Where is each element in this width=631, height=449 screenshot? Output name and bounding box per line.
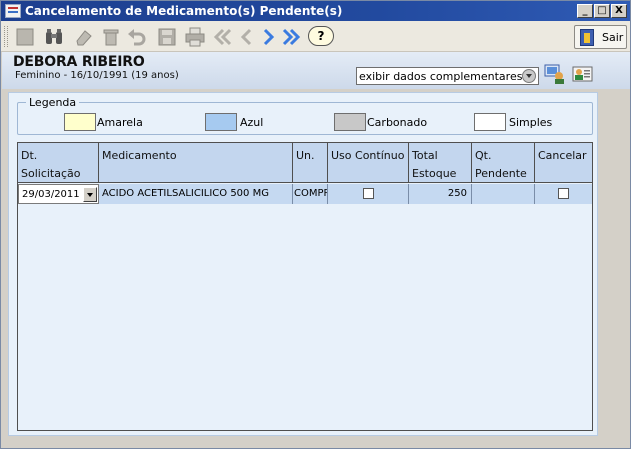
window-title: Cancelamento de Medicamento(s) Pendente(… [25, 4, 343, 18]
save-icon[interactable] [156, 26, 178, 48]
app-icon [5, 4, 21, 18]
complementary-data-select[interactable]: exibir dados complementares... [356, 67, 539, 85]
next-icon[interactable] [257, 26, 279, 48]
legend-label-simples: Simples [509, 116, 553, 129]
main-panel: Legenda Amarela Azul Carbonado Simples D… [8, 92, 598, 436]
col-header-stock[interactable]: Total Estoque [409, 143, 472, 183]
legend-swatch-simples [474, 113, 506, 131]
exit-door-icon [580, 29, 594, 46]
previous-icon[interactable] [236, 26, 258, 48]
continuous-cell [328, 184, 409, 204]
main-window: Cancelamento de Medicamento(s) Pendente(… [0, 0, 631, 449]
date-dropdown-arrow-icon[interactable] [83, 187, 97, 202]
complementary-data-value: exibir dados complementares... [359, 70, 533, 83]
legend-box: Legenda Amarela Azul Carbonado Simples [17, 96, 593, 135]
legend-label-carbonado: Carbonado [367, 116, 428, 129]
legend-label-amarela: Amarela [97, 116, 143, 129]
minimize-button[interactable]: _ [577, 4, 593, 18]
legend-swatch-azul [205, 113, 237, 131]
pending-cell[interactable] [472, 184, 535, 204]
binoculars-icon[interactable] [43, 26, 65, 48]
maximize-button[interactable]: □ [594, 4, 610, 18]
last-icon[interactable] [280, 26, 302, 48]
medication-cell: ACIDO ACETILSALICILICO 500 MG [99, 184, 293, 204]
continuous-use-checkbox[interactable] [363, 188, 374, 199]
chevron-down-icon[interactable] [522, 69, 536, 83]
col-header-pending[interactable]: Qt. Pendente [472, 143, 535, 183]
date-picker[interactable]: 29/03/2011 [18, 184, 99, 204]
toolbar: ? Sair [1, 21, 630, 52]
first-icon[interactable] [212, 26, 234, 48]
col-header-continuous[interactable]: Uso Contínuo [328, 143, 409, 183]
computer-user-icon[interactable] [543, 62, 565, 84]
title-bar: Cancelamento de Medicamento(s) Pendente(… [1, 1, 630, 21]
exit-button[interactable]: Sair [574, 25, 627, 49]
col-header-cancel[interactable]: Cancelar [535, 143, 592, 183]
col-header-date[interactable]: Dt. Solicitação [18, 143, 99, 183]
close-button[interactable]: X [611, 4, 627, 18]
legend-swatch-amarela [64, 113, 96, 131]
cancel-cell [535, 184, 592, 204]
col-header-unit[interactable]: Un. [293, 143, 328, 183]
toolbar-grip-icon [4, 26, 8, 47]
stock-cell: 250 [409, 184, 472, 204]
unit-cell: COMPRIMIDO [293, 184, 328, 204]
cancel-checkbox[interactable] [558, 188, 569, 199]
patient-header: DEBORA RIBEIRO Feminino - 16/10/1991 (19… [2, 52, 630, 89]
new-icon[interactable] [14, 26, 36, 48]
undo-icon[interactable] [126, 26, 148, 48]
print-icon[interactable] [184, 26, 206, 48]
help-button[interactable]: ? [308, 26, 334, 46]
exit-label: Sair [602, 31, 624, 44]
patient-name: DEBORA RIBEIRO [13, 54, 145, 70]
patient-info: Feminino - 16/10/1991 (19 anos) [15, 70, 179, 81]
legend-label-azul: Azul [240, 116, 264, 129]
patient-card-icon[interactable] [571, 62, 593, 84]
col-header-medication[interactable]: Medicamento [99, 143, 293, 183]
trash-icon[interactable] [100, 26, 122, 48]
legend-swatch-carbonado [334, 113, 366, 131]
date-value: 29/03/2011 [22, 189, 80, 200]
eraser-icon[interactable] [73, 26, 95, 48]
medication-grid: Dt. Solicitação Medicamento Un. Uso Cont… [17, 142, 593, 431]
legend-title: Legenda [26, 96, 80, 109]
